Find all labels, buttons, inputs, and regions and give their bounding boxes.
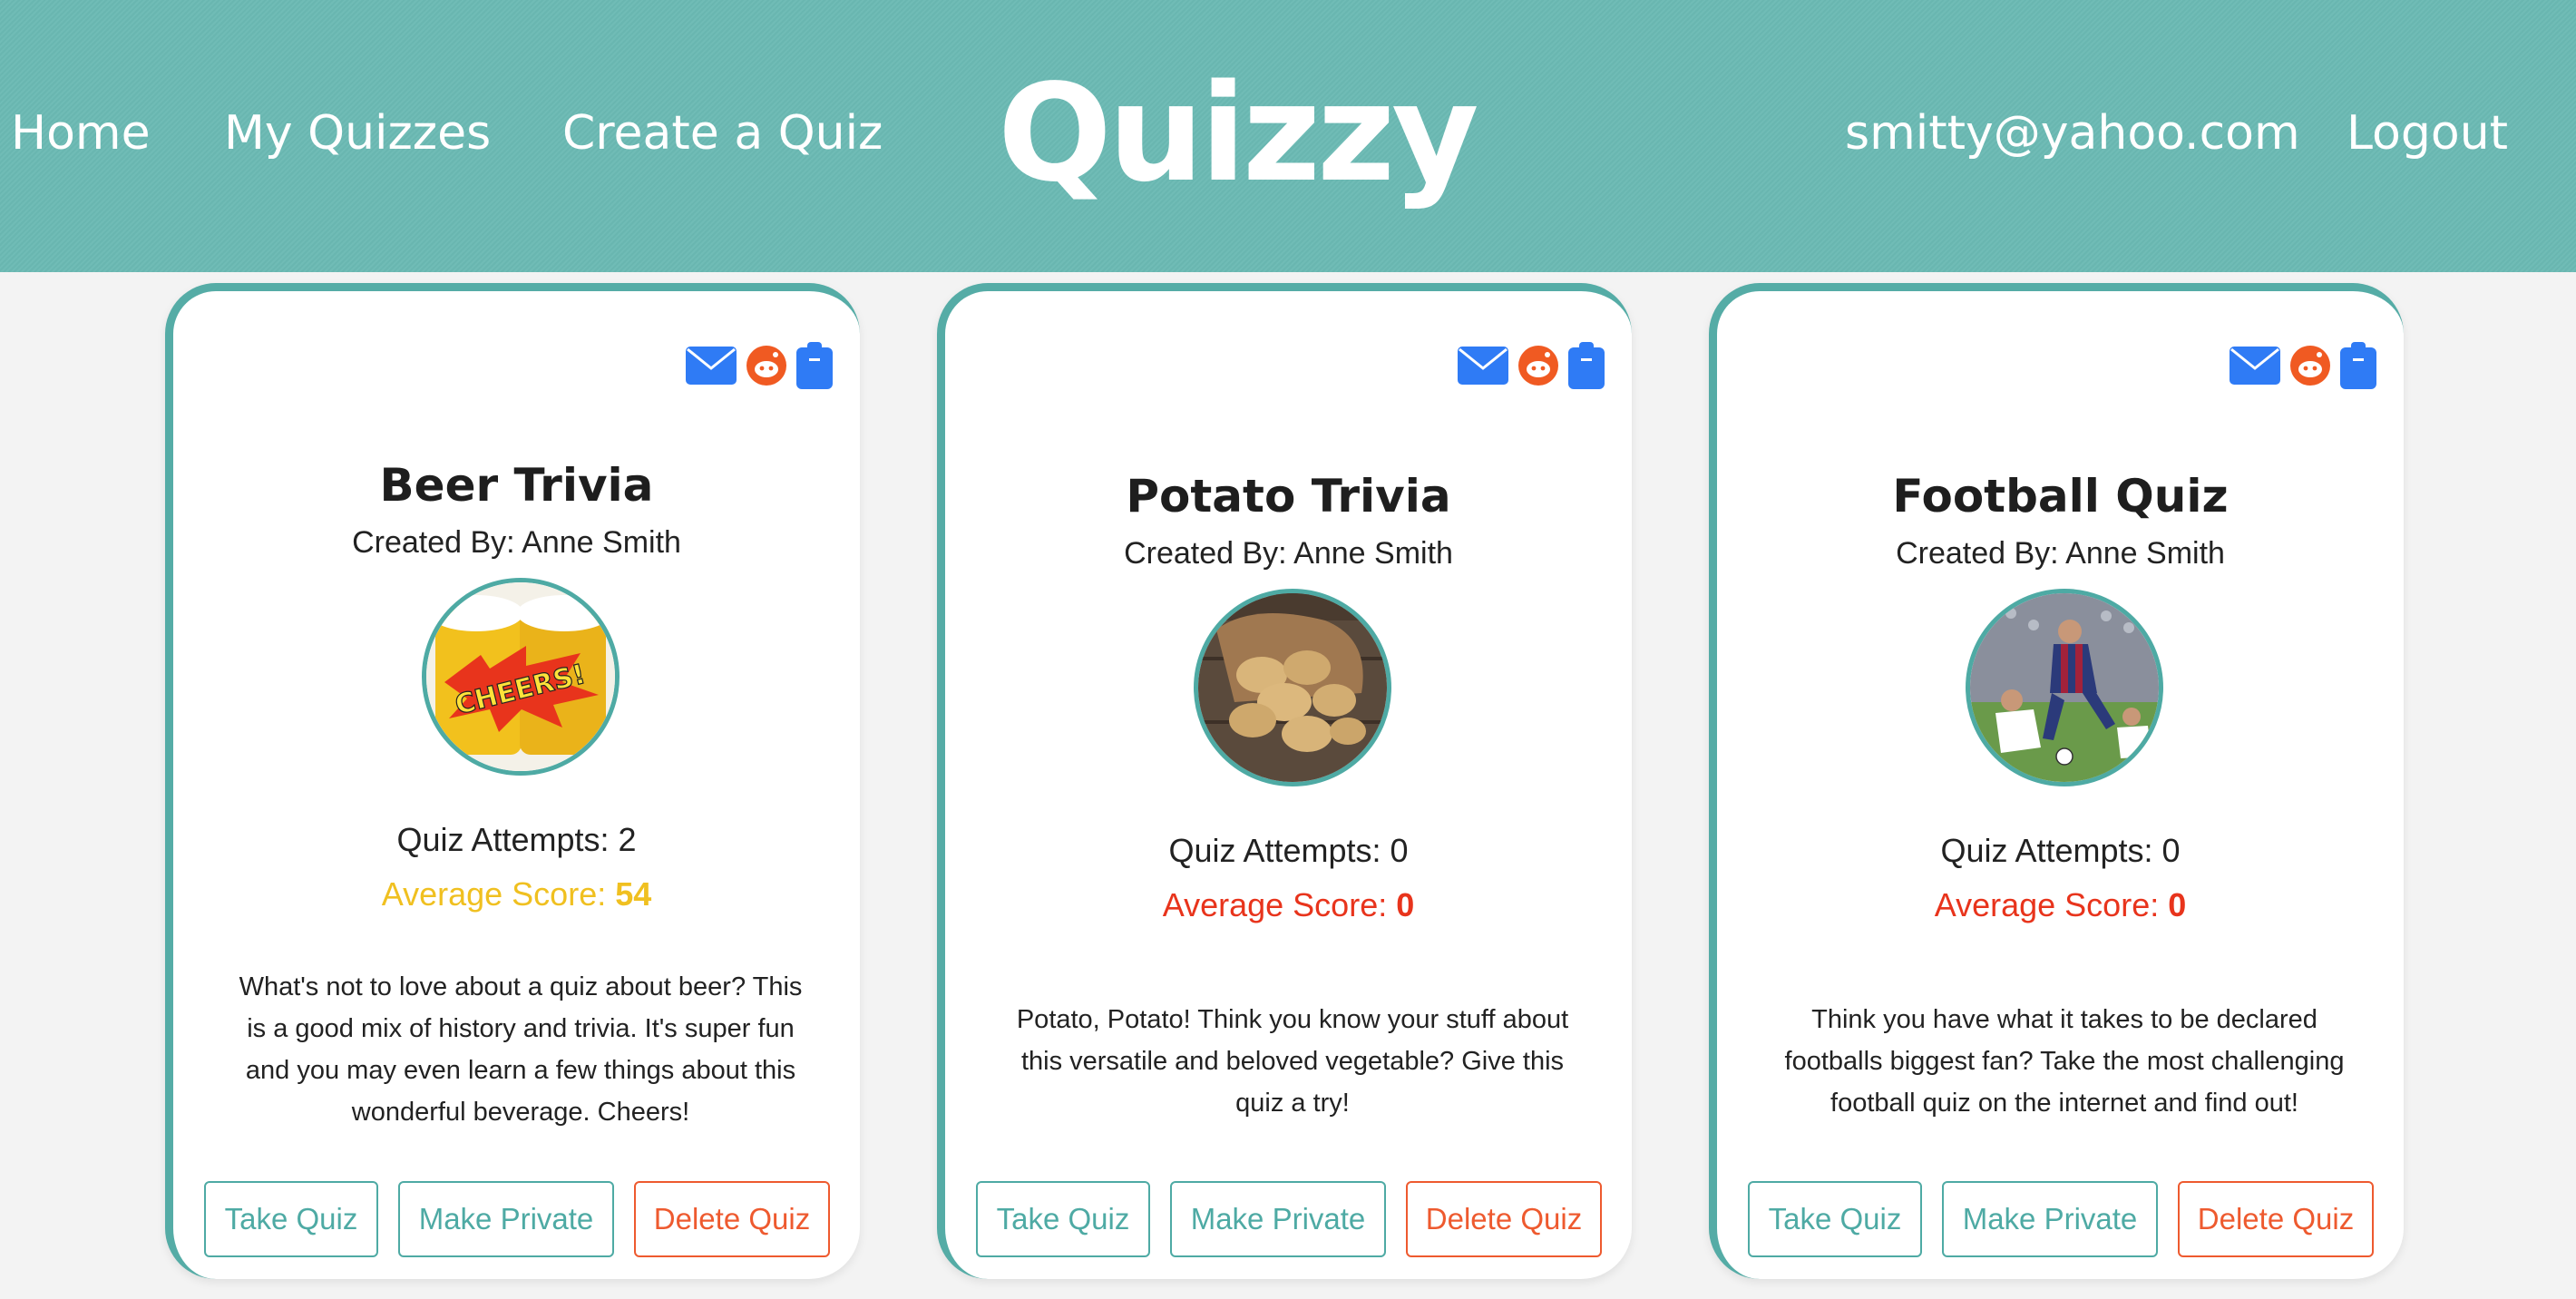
take-quiz-button[interactable]: Take Quiz — [976, 1181, 1150, 1257]
nav-home-link[interactable]: Home — [11, 102, 151, 165]
quiz-description: Potato, Potato! Think you know your stuf… — [1016, 1005, 1569, 1118]
clipboard-icon[interactable] — [2340, 342, 2376, 389]
quiz-creator: Created By: Anne Smith — [352, 525, 681, 560]
quiz-description: What's not to love about a quiz about be… — [239, 972, 803, 1127]
reddit-icon[interactable] — [2289, 345, 2331, 386]
average-score-value: 54 — [615, 875, 652, 913]
make-private-button[interactable]: Make Private — [398, 1181, 614, 1257]
average-score-label: Average Score: — [381, 875, 616, 913]
average-score-label: Average Score: — [1934, 886, 2169, 923]
nav-create-quiz-link[interactable]: Create a Quiz — [562, 102, 883, 165]
mail-icon[interactable] — [1458, 347, 1508, 385]
clipboard-icon[interactable] — [796, 342, 833, 389]
quiz-attempts: Quiz Attempts: 2 — [396, 821, 637, 858]
quiz-card: Beer Trivia Created By: Anne Smith CHEER… — [165, 283, 860, 1279]
quiz-creator: Created By: Anne Smith — [1124, 536, 1453, 571]
reddit-icon[interactable] — [1517, 345, 1559, 386]
quiz-description: Think you have what it takes to be decla… — [1784, 1005, 2345, 1118]
quiz-card: Potato Trivia Created By: Anne Smith Qui… — [937, 283, 1632, 1279]
average-score: Average Score: 54 — [173, 874, 860, 915]
clipboard-icon[interactable] — [1568, 342, 1605, 389]
user-email: smitty@yahoo.com — [1845, 106, 2300, 161]
quiz-title: Potato Trivia — [1126, 470, 1451, 523]
beer-mugs-cheers-image: CHEERS! — [426, 582, 615, 771]
delete-quiz-button[interactable]: Delete Quiz — [2178, 1181, 2374, 1257]
mail-icon[interactable] — [2230, 347, 2280, 385]
delete-quiz-button[interactable]: Delete Quiz — [1406, 1181, 1602, 1257]
mail-icon[interactable] — [686, 347, 737, 385]
quiz-attempts: Quiz Attempts: 0 — [1168, 832, 1409, 869]
quiz-thumbnail — [1966, 589, 2163, 786]
take-quiz-button[interactable]: Take Quiz — [204, 1181, 378, 1257]
brand-logo[interactable]: Quizzy — [998, 56, 1479, 210]
quiz-thumbnail — [1194, 589, 1391, 786]
make-private-button[interactable]: Make Private — [1170, 1181, 1386, 1257]
quiz-card: Football Quiz Created By: Anne Smith Qui… — [1709, 283, 2404, 1279]
average-score: Average Score: 0 — [1717, 884, 2404, 926]
top-navbar: Home My Quizzes Create a Quiz Quizzy smi… — [0, 0, 2576, 272]
take-quiz-button[interactable]: Take Quiz — [1748, 1181, 1922, 1257]
potatoes-in-sack-image — [1198, 593, 1387, 782]
reddit-icon[interactable] — [746, 345, 787, 386]
quiz-attempts: Quiz Attempts: 0 — [1940, 832, 2181, 869]
logout-link[interactable]: Logout — [2347, 102, 2508, 165]
share-icons — [2230, 342, 2376, 389]
nav-my-quizzes-link[interactable]: My Quizzes — [224, 102, 491, 165]
quiz-creator: Created By: Anne Smith — [1896, 536, 2225, 571]
average-score-value: 0 — [1396, 886, 1415, 923]
quiz-title: Beer Trivia — [379, 459, 654, 512]
make-private-button[interactable]: Make Private — [1942, 1181, 2158, 1257]
quiz-thumbnail: CHEERS! — [422, 578, 620, 776]
delete-quiz-button[interactable]: Delete Quiz — [634, 1181, 830, 1257]
share-icons — [686, 342, 833, 389]
quiz-title: Football Quiz — [1892, 470, 2229, 523]
average-score: Average Score: 0 — [945, 884, 1632, 926]
share-icons — [1458, 342, 1605, 389]
average-score-label: Average Score: — [1162, 886, 1397, 923]
average-score-value: 0 — [2168, 886, 2187, 923]
soccer-players-image — [1970, 593, 2159, 782]
